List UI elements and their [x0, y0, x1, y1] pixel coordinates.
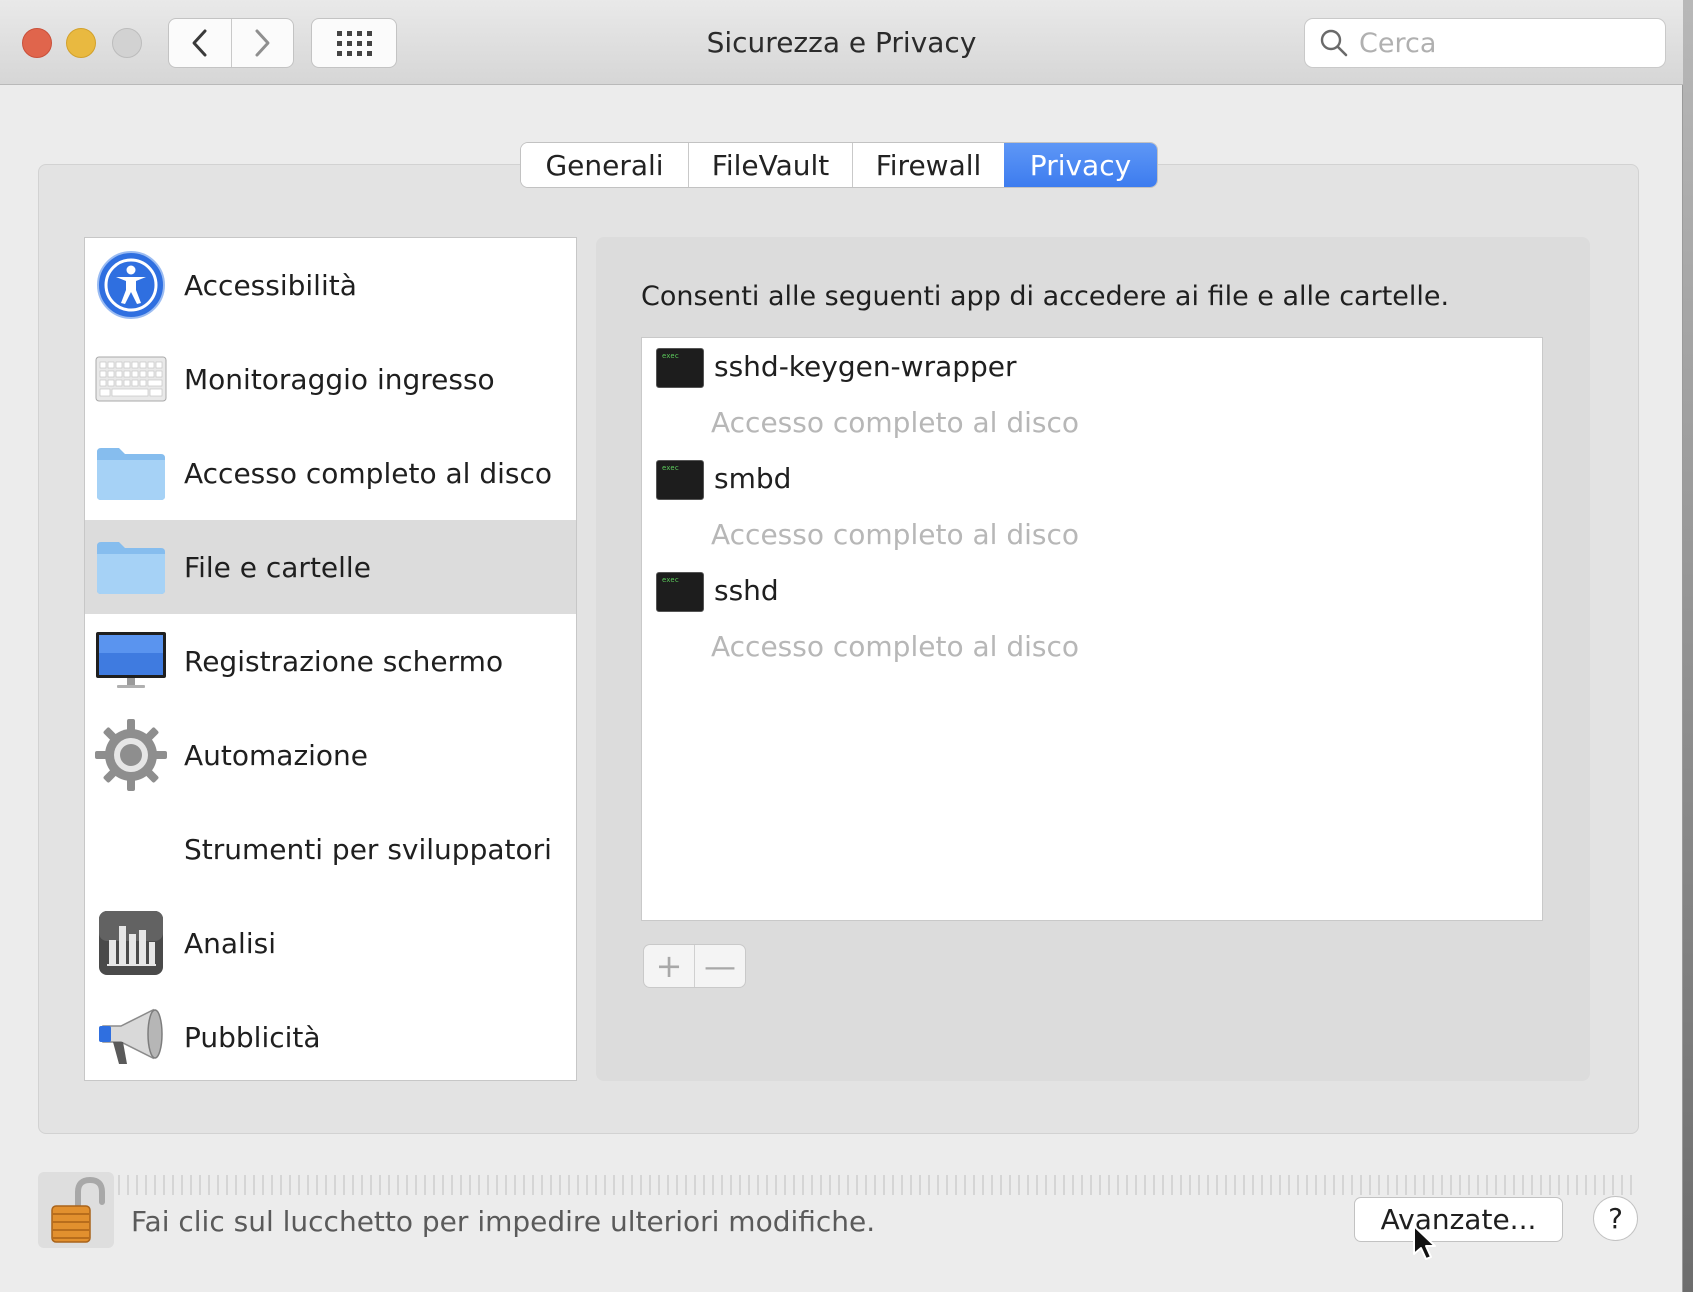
app-permission-row[interactable]: Accesso completo al disco: [711, 518, 1079, 551]
category-files-and-folders[interactable]: File e cartelle: [85, 520, 576, 614]
chevron-left-icon: [192, 29, 207, 57]
grid-icon: [337, 31, 372, 56]
category-label: Accessibilità: [184, 268, 357, 302]
preferences-window: Sicurezza e Privacy Generali FileVault F…: [0, 0, 1683, 1292]
app-name: sshd: [714, 574, 779, 607]
category-accessibility[interactable]: Accessibilità: [85, 238, 576, 332]
tab-privacy[interactable]: Privacy: [1004, 143, 1157, 187]
category-automation[interactable]: Automazione: [85, 708, 576, 802]
back-button[interactable]: [169, 19, 231, 67]
footer-divider: [118, 1175, 1638, 1195]
app-name: smbd: [714, 462, 792, 495]
search-input[interactable]: [1359, 27, 1649, 59]
megaphone-icon: [95, 1001, 167, 1073]
show-all-button[interactable]: [311, 18, 397, 68]
category-label: Pubblicità: [184, 1020, 321, 1054]
terminal-exec-icon: exec: [656, 460, 704, 500]
privacy-category-list[interactable]: Accessibilità Monitoraggio ingresso Acce…: [84, 237, 577, 1081]
app-row[interactable]: exec smbd: [642, 450, 1542, 506]
accessibility-icon: [95, 249, 167, 321]
folder-icon: [95, 531, 167, 603]
category-label: Accesso completo al disco: [184, 456, 552, 490]
terminal-exec-icon: exec: [656, 572, 704, 612]
panel-description: Consenti alle seguenti app di accedere a…: [641, 281, 1450, 312]
tab-generali[interactable]: Generali: [521, 143, 688, 187]
chart-icon: [95, 907, 167, 979]
files-and-folders-panel: Consenti alle seguenti app di accedere a…: [596, 237, 1590, 1081]
unlocked-padlock-icon: [51, 1176, 105, 1243]
search-icon: [1320, 29, 1348, 57]
category-input-monitoring[interactable]: Monitoraggio ingresso: [85, 332, 576, 426]
category-developer-tools[interactable]: Strumenti per sviluppatori: [85, 802, 576, 896]
tab-firewall[interactable]: Firewall: [852, 143, 1004, 187]
chevron-right-icon: [255, 29, 270, 57]
category-screen-recording[interactable]: Registrazione schermo: [85, 614, 576, 708]
terminal-exec-icon: exec: [656, 348, 704, 388]
app-list[interactable]: exec sshd-keygen-wrapper Accesso complet…: [641, 337, 1543, 921]
folder-icon: [95, 437, 167, 509]
category-label: Automazione: [184, 738, 369, 772]
app-name: sshd-keygen-wrapper: [714, 350, 1017, 383]
app-row[interactable]: exec sshd-keygen-wrapper: [642, 338, 1542, 394]
forward-button[interactable]: [230, 19, 294, 67]
category-label: Monitoraggio ingresso: [184, 362, 495, 396]
app-row[interactable]: exec sshd: [642, 562, 1542, 618]
add-app-button[interactable]: +: [644, 945, 694, 987]
advanced-button[interactable]: Avanzate...: [1354, 1197, 1563, 1242]
desktop-background: [1683, 0, 1693, 1292]
lock-message: Fai clic sul lucchetto per impedire ulte…: [131, 1205, 876, 1238]
gear-icon: [95, 719, 167, 791]
lock-button[interactable]: [38, 1172, 114, 1248]
remove-app-button[interactable]: —: [694, 945, 745, 987]
search-field[interactable]: [1304, 18, 1666, 68]
app-permission-row[interactable]: Accesso completo al disco: [711, 406, 1079, 439]
tab-filevault[interactable]: FileVault: [688, 143, 852, 187]
zoom-window-button: [112, 28, 142, 58]
add-remove-controls: + —: [643, 944, 746, 988]
minimize-window-button[interactable]: [66, 28, 96, 58]
navigation-buttons: [168, 18, 294, 68]
keyboard-icon: [95, 343, 167, 415]
category-label: Registrazione schermo: [184, 644, 504, 678]
category-analytics[interactable]: Analisi: [85, 896, 576, 990]
title-bar: Sicurezza e Privacy: [0, 0, 1683, 85]
mouse-pointer-icon: [1413, 1225, 1436, 1260]
category-advertising[interactable]: Pubblicità: [85, 990, 576, 1080]
help-button[interactable]: ?: [1593, 1196, 1638, 1241]
category-full-disk-access[interactable]: Accesso completo al disco: [85, 426, 576, 520]
close-window-button[interactable]: [22, 28, 52, 58]
monitor-icon: [95, 625, 167, 697]
category-label: Strumenti per sviluppatori: [184, 832, 552, 866]
app-permission-row[interactable]: Accesso completo al disco: [711, 630, 1079, 663]
category-label: File e cartelle: [184, 550, 371, 584]
tab-bar: Generali FileVault Firewall Privacy: [520, 142, 1158, 188]
category-label: Analisi: [184, 926, 276, 960]
